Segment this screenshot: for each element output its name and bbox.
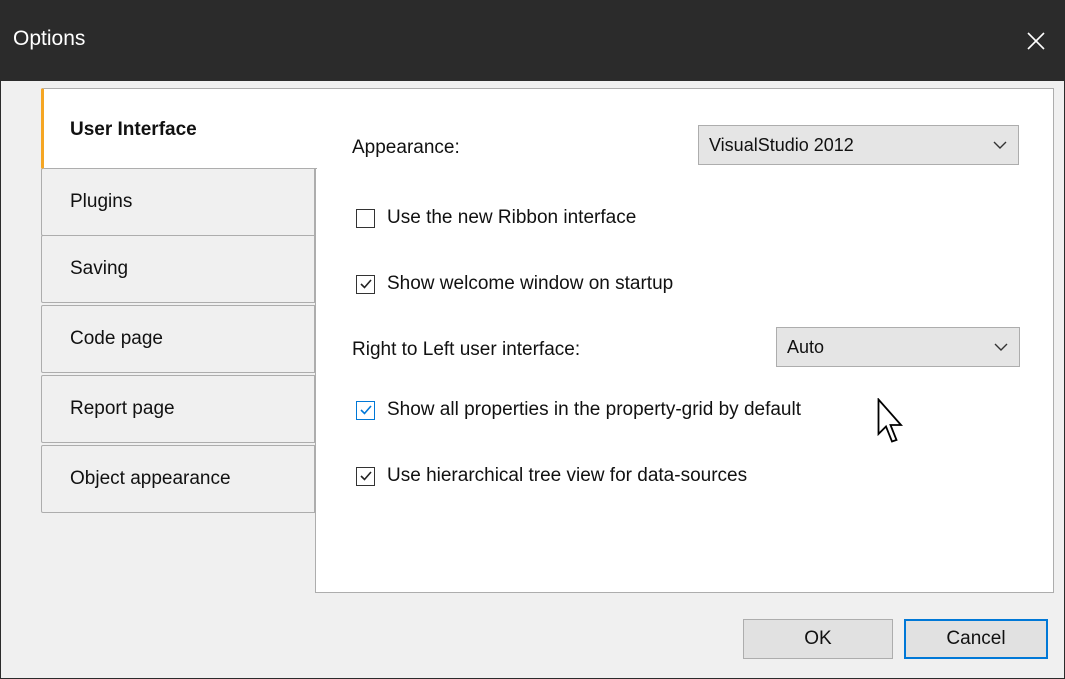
chevron-down-icon bbox=[993, 141, 1007, 149]
settings-panel: Appearance: VisualStudio 2012 Use the ne… bbox=[315, 88, 1054, 593]
appearance-value: VisualStudio 2012 bbox=[709, 134, 854, 155]
rtl-value: Auto bbox=[787, 336, 825, 357]
cancel-button[interactable]: Cancel bbox=[904, 619, 1048, 659]
checkmark-icon bbox=[356, 274, 375, 294]
rtl-dropdown[interactable]: Auto bbox=[776, 327, 1020, 367]
close-icon[interactable] bbox=[1006, 0, 1065, 81]
checkmark-icon bbox=[356, 466, 375, 486]
mouse-cursor-icon bbox=[877, 398, 903, 443]
tab-saving[interactable]: Saving bbox=[41, 235, 315, 303]
ribbon-checkbox[interactable]: Use the new Ribbon interface bbox=[356, 207, 636, 229]
welcome-checkbox-label: Show welcome window on startup bbox=[387, 273, 674, 294]
tab-plugins[interactable]: Plugins bbox=[41, 168, 315, 236]
options-dialog: Options User Interface Plugins Saving Co… bbox=[0, 0, 1065, 679]
tab-user-interface[interactable]: User Interface bbox=[41, 88, 317, 169]
appearance-dropdown[interactable]: VisualStudio 2012 bbox=[698, 125, 1019, 165]
tree-view-checkbox-label: Use hierarchical tree view for data-sour… bbox=[387, 465, 748, 486]
rtl-label: Right to Left user interface: bbox=[352, 339, 581, 360]
tab-code-page[interactable]: Code page bbox=[41, 305, 315, 373]
checkbox-unchecked-icon bbox=[356, 208, 375, 228]
checkmark-icon bbox=[356, 400, 375, 420]
appearance-label: Appearance: bbox=[352, 137, 460, 158]
title-bar: Options bbox=[1, 0, 1065, 81]
chevron-down-icon bbox=[994, 343, 1008, 351]
ok-button[interactable]: OK bbox=[743, 619, 893, 659]
tab-report-page[interactable]: Report page bbox=[41, 375, 315, 443]
tab-object-appearance[interactable]: Object appearance bbox=[41, 445, 315, 513]
window-title: Options bbox=[13, 27, 86, 50]
properties-checkbox[interactable]: Show all properties in the property-grid… bbox=[356, 399, 801, 421]
ribbon-checkbox-label: Use the new Ribbon interface bbox=[387, 207, 637, 228]
tree-view-checkbox[interactable]: Use hierarchical tree view for data-sour… bbox=[356, 465, 747, 487]
welcome-checkbox[interactable]: Show welcome window on startup bbox=[356, 273, 673, 295]
properties-checkbox-label: Show all properties in the property-grid… bbox=[387, 399, 802, 420]
